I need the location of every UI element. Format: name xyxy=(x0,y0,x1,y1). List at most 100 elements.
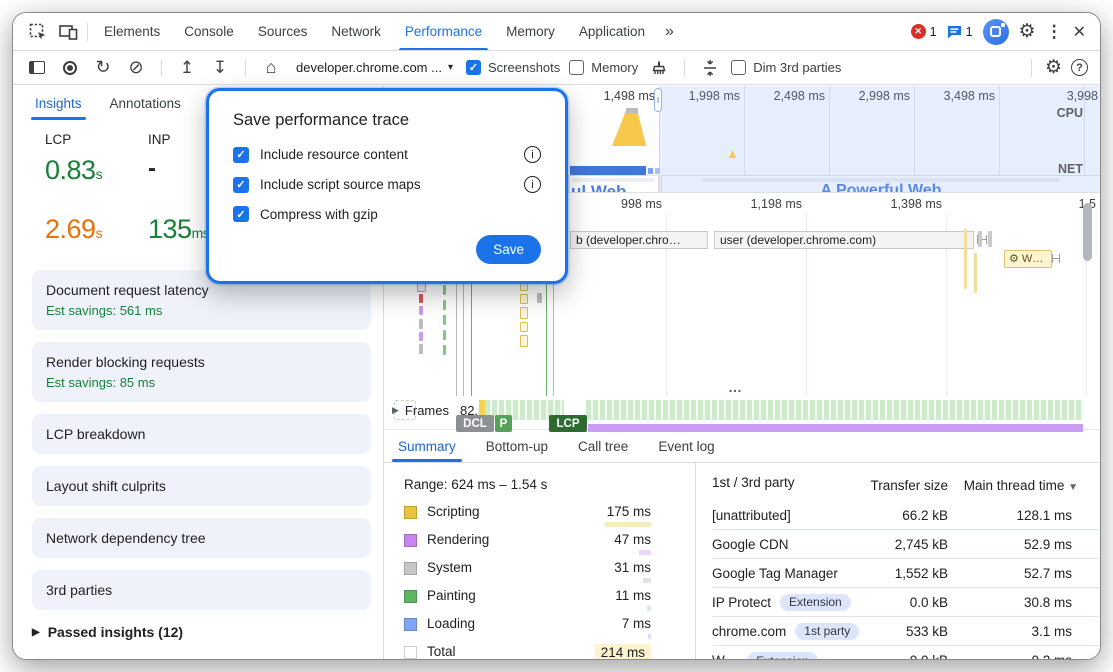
tab-summary[interactable]: Summary xyxy=(398,430,456,462)
device-toolbar-icon[interactable] xyxy=(53,13,83,50)
tab-performance[interactable]: Performance xyxy=(393,13,494,50)
paint-marker[interactable]: P xyxy=(495,415,512,432)
insight-card-lcp-breakdown[interactable]: LCP breakdown xyxy=(32,414,371,454)
insight-card-render-blocking-requests[interactable]: Render blocking requestsEst savings: 85 … xyxy=(32,342,371,402)
error-badge[interactable]: ✕ 1 xyxy=(911,24,937,39)
wait-task-chip[interactable]: ⚙ W… xyxy=(1004,250,1052,268)
tab-annotations[interactable]: Annotations xyxy=(110,86,181,120)
dim-3rd-parties-checkbox[interactable]: Dim 3rd parties xyxy=(731,60,841,75)
toggle-sidebar-icon[interactable] xyxy=(25,56,49,80)
table-row[interactable]: [unattributed] 66.2 kB128.1 ms xyxy=(712,501,1100,530)
legend-row: System 31 ms xyxy=(404,560,695,588)
divider xyxy=(87,23,88,41)
save-profile-icon[interactable]: ↧ xyxy=(208,56,232,80)
save-trace-dialog: Save performance trace ✓ Include resourc… xyxy=(206,88,568,284)
table-row[interactable]: W…Extension 0.0 kB0.2 ms xyxy=(712,646,1100,659)
overview-tick: 1,498 ms xyxy=(571,89,655,103)
devtools-window: Elements Console Sources Network Perform… xyxy=(12,12,1101,660)
inp-field-value: 135ms xyxy=(148,214,209,245)
frames-track[interactable]: ▶ Frames 82.5 ms DCL P LCP xyxy=(384,396,1100,430)
record-icon[interactable] xyxy=(58,56,82,80)
tab-sources[interactable]: Sources xyxy=(246,13,320,50)
inp-label: INP xyxy=(148,132,171,147)
info-icon[interactable]: i xyxy=(524,176,541,193)
tab-application[interactable]: Application xyxy=(567,13,657,50)
garbage-collect-icon[interactable] xyxy=(647,56,671,80)
home-icon[interactable]: ⌂ xyxy=(259,56,283,80)
party-badge: 1st party xyxy=(795,623,859,640)
track-ellipsis: … xyxy=(728,379,743,395)
legend-row: Rendering 47 ms xyxy=(404,532,695,560)
tab-console[interactable]: Console xyxy=(172,13,246,50)
info-icon[interactable]: i xyxy=(524,146,541,163)
help-icon[interactable]: ? xyxy=(1071,59,1088,76)
filmstrip-thumbnail[interactable]: ul Web xyxy=(568,175,659,193)
devtools-assistant-icon[interactable] xyxy=(983,19,1009,45)
dim-3rd-parties-label: Dim 3rd parties xyxy=(753,60,841,75)
party-badge: Extension xyxy=(747,652,818,659)
compress-gzip-checkbox[interactable]: ✓ Compress with gzip xyxy=(233,206,541,222)
table-row[interactable]: Google CDN 2,745 kB52.9 ms xyxy=(712,530,1100,559)
summary-panel: Range: 624 ms – 1.54 s Scripting 175 ms … xyxy=(384,463,1100,659)
interactions-bar xyxy=(588,424,1083,432)
flame-tick: 1,398 ms xyxy=(852,197,942,211)
origin-dropdown[interactable]: developer.chrome.com ... ▾ xyxy=(292,58,457,77)
clear-icon[interactable]: ⊘ xyxy=(124,56,148,80)
tab-insights[interactable]: Insights xyxy=(35,86,82,120)
tab-memory[interactable]: Memory xyxy=(494,13,567,50)
tab-elements[interactable]: Elements xyxy=(92,13,172,50)
range-label: Range: 624 ms – 1.54 s xyxy=(404,477,695,492)
issues-badge[interactable]: 1 xyxy=(947,25,973,39)
tab-event-log[interactable]: Event log xyxy=(658,430,714,462)
loading-swatch xyxy=(404,618,417,631)
passed-insights-toggle[interactable]: ▶ Passed insights (12) xyxy=(32,624,383,640)
error-count: 1 xyxy=(930,25,937,39)
capture-settings-gear-icon[interactable]: ⚙ xyxy=(1045,56,1062,79)
flame-scrollbar[interactable] xyxy=(1083,203,1092,261)
cpu-activity-spike xyxy=(612,108,656,146)
more-tabs-icon[interactable]: » xyxy=(657,13,682,50)
table-row[interactable]: IP ProtectExtension 0.0 kB30.8 ms xyxy=(712,588,1100,617)
col-party[interactable]: 1st / 3rd party xyxy=(712,475,795,490)
table-row[interactable]: Google Tag Manager 1,552 kB52.7 ms xyxy=(712,559,1100,588)
system-swatch xyxy=(404,562,417,575)
inspect-element-icon[interactable] xyxy=(23,13,53,50)
insight-card-layout-shift-culprits[interactable]: Layout shift culprits xyxy=(32,466,371,506)
checkbox-unchecked-icon xyxy=(731,60,746,75)
screenshots-checkbox[interactable]: ✓ Screenshots xyxy=(466,60,560,75)
net-track-label: NET xyxy=(1003,162,1083,176)
tab-call-tree[interactable]: Call tree xyxy=(578,430,628,462)
load-profile-icon[interactable]: ↥ xyxy=(175,56,199,80)
category-legend: Range: 624 ms – 1.54 s Scripting 175 ms … xyxy=(384,463,696,659)
col-transfer-size[interactable]: Transfer size xyxy=(870,478,948,493)
include-source-maps-checkbox[interactable]: ✓ Include script source maps i xyxy=(233,176,541,193)
network-request-bar[interactable]: b (developer.chro… xyxy=(570,231,708,249)
cpu-track-label: CPU xyxy=(1003,106,1083,120)
disclosure-icon[interactable]: ▶ xyxy=(392,405,399,416)
col-main-thread-time[interactable]: Main thread time ▼ xyxy=(964,478,1078,493)
total-swatch xyxy=(404,646,417,659)
overview-drag-handle[interactable]: ‖ xyxy=(654,88,662,112)
party-badge: Extension xyxy=(780,594,851,611)
insight-card-3rd-parties[interactable]: 3rd parties xyxy=(32,570,371,610)
performance-toolbar: ↻ ⊘ ↥ ↧ ⌂ developer.chrome.com ... ▾ ✓ S… xyxy=(13,51,1100,85)
legend-row: Loading 7 ms xyxy=(404,616,695,644)
network-request-bar[interactable]: user (developer.chrome.com) xyxy=(714,231,974,249)
lcp-marker[interactable]: LCP xyxy=(549,415,587,432)
overflow-menu-icon[interactable]: ⋮ xyxy=(1046,22,1063,42)
inp-local-value: - xyxy=(148,155,156,186)
dcl-marker[interactable]: DCL xyxy=(456,415,494,432)
throttling-icon[interactable] xyxy=(698,56,722,80)
include-resource-content-checkbox[interactable]: ✓ Include resource content i xyxy=(233,146,541,163)
save-button[interactable]: Save xyxy=(476,235,541,264)
record-and-reload-icon[interactable]: ↻ xyxy=(91,56,115,80)
table-row[interactable]: chrome.com1st party 533 kB3.1 ms xyxy=(712,617,1100,646)
details-tabbar: Summary Bottom-up Call tree Event log xyxy=(384,430,1100,463)
memory-checkbox[interactable]: Memory xyxy=(569,60,638,75)
settings-gear-icon[interactable]: ⚙ xyxy=(1019,20,1036,43)
close-icon[interactable]: ✕ xyxy=(1073,22,1086,42)
tab-bottom-up[interactable]: Bottom-up xyxy=(486,430,548,462)
tab-network[interactable]: Network xyxy=(319,13,393,50)
insight-card-network-dependency-tree[interactable]: Network dependency tree xyxy=(32,518,371,558)
screenshots-label: Screenshots xyxy=(488,60,560,75)
